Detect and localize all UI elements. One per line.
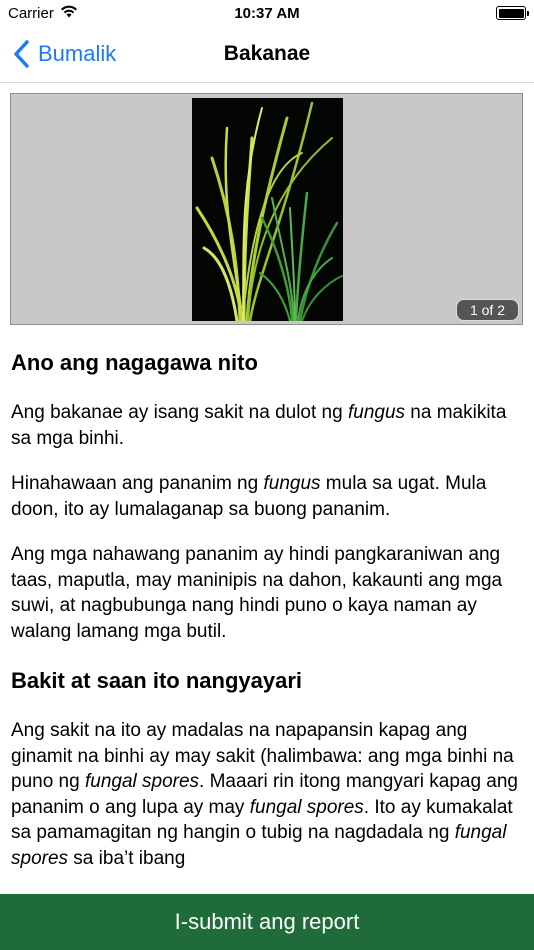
navigation-bar: Bumalik Bakanae [0,28,534,83]
status-time: 10:37 AM [234,5,300,22]
paragraph: Hinahawaan ang pananim ng fungus mula sa… [11,473,487,520]
battery-icon [496,6,529,20]
page-title: Bakanae [223,42,311,65]
status-bar: Carrier 10:37 AM [0,0,534,28]
section-heading: Ano ang nagagawa nito [11,350,258,375]
image-gallery[interactable]: 1 of 2 [10,93,523,325]
paragraph: Ang mga nahawang pananim ay hindi pangka… [11,544,503,642]
submit-report-button[interactable]: I-submit ang report [0,894,534,950]
article-content: Ano ang nagagawa nito Ang bakanae ay isa… [11,340,524,871]
photo-counter-badge: 1 of 2 [455,299,519,321]
paragraph: Ang bakanae ay isang sakit na dulot ng f… [11,402,507,449]
battery-level [498,8,524,18]
section-heading: Bakit at saan ito nangyayari [11,668,302,693]
paragraph: Ang sakit na ito ay madalas na napapansi… [11,720,519,869]
rice-plant-photo [192,98,343,321]
